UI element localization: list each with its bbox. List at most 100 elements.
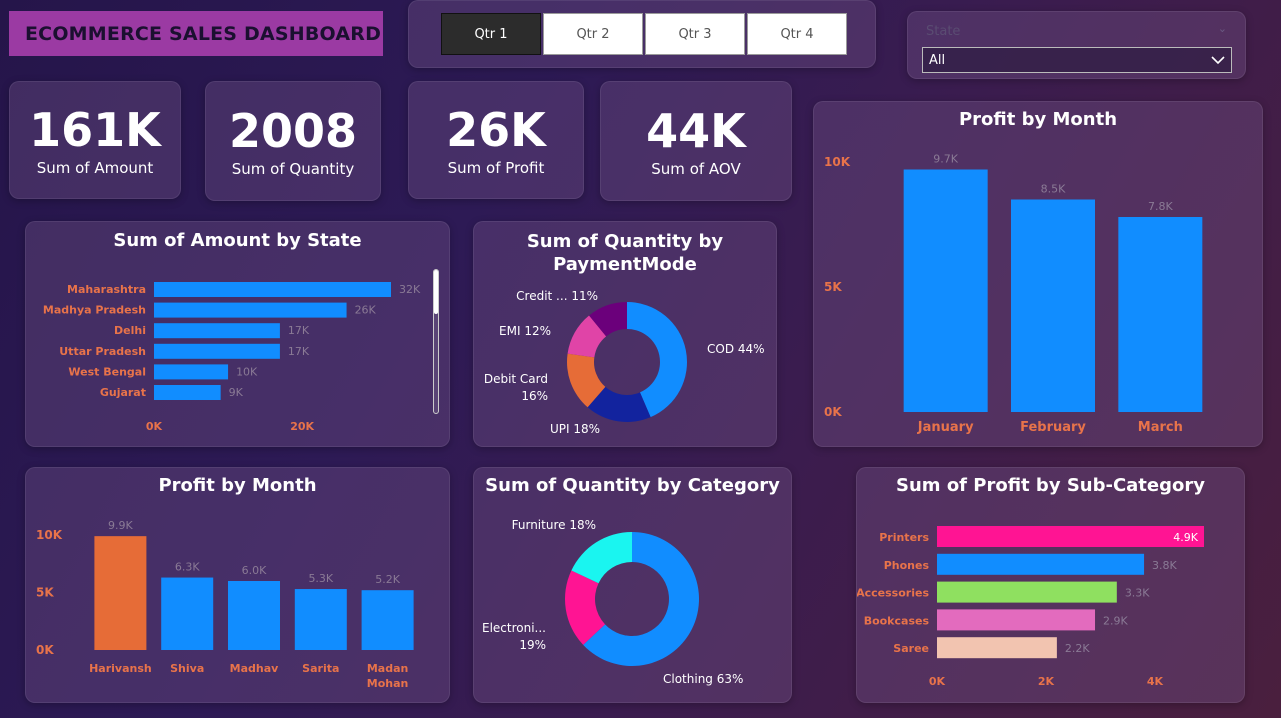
category-donut: Clothing 63% Electroni... 19% Furniture 18% — [482, 518, 743, 686]
slice-label: COD 44% — [707, 342, 765, 356]
slice-label: UPI 18% — [550, 422, 600, 436]
data-label: 32K — [399, 283, 421, 296]
category-label: Saree — [893, 642, 929, 655]
bar — [1011, 199, 1095, 412]
slice-label: Clothing 63% — [663, 672, 743, 686]
slice-label: Furniture 18% — [512, 518, 596, 532]
chevron-down-icon — [1211, 56, 1225, 65]
data-label: 3.8K — [1152, 559, 1177, 572]
kpi-value: 161K — [29, 103, 161, 157]
data-label: 5.3K — [308, 572, 333, 585]
category-label: February — [1020, 420, 1086, 435]
tick-label: 2K — [1038, 675, 1055, 688]
category-label: Mohan — [367, 677, 409, 690]
tick-label: 0K — [36, 643, 54, 657]
bar — [154, 302, 347, 318]
data-label: 17K — [288, 345, 310, 358]
slice-label: 19% — [519, 638, 546, 652]
data-label: 2.9K — [1103, 614, 1128, 627]
bar — [154, 385, 221, 400]
dashboard-title: ECOMMERCE SALES DASHBOARD — [9, 11, 383, 56]
category-label: Shiva — [170, 662, 204, 675]
scrollbar[interactable] — [433, 269, 439, 414]
bar — [154, 323, 280, 339]
profit-by-subcategory-plot: Printers 4.9K Phones 3.8K Accessories 3.3K Boo… — [857, 526, 1204, 688]
category-label: Bookcases — [864, 614, 930, 627]
bar — [154, 364, 229, 380]
data-label: 2.2K — [1065, 642, 1090, 655]
data-label: 10K — [236, 365, 258, 378]
data-label: 5.2K — [375, 573, 400, 586]
data-label: 9K — [229, 386, 244, 399]
kpi-label: Sum of Amount — [36, 159, 154, 177]
state-dropdown[interactable]: All — [922, 47, 1232, 73]
tick-label: 20K — [290, 420, 314, 433]
data-label: 9.9K — [108, 519, 133, 532]
data-label: 3.3K — [1125, 587, 1150, 600]
kpi-value: 44K — [646, 104, 746, 158]
bar — [1118, 217, 1203, 412]
state-dropdown-value: All — [929, 52, 946, 68]
kpi-card-quantity: 2008 Sum of Quantity — [205, 81, 381, 201]
data-label: 8.5K — [1041, 183, 1066, 196]
bar — [937, 637, 1057, 659]
bar — [154, 343, 280, 359]
bar — [903, 169, 988, 412]
kpi-card-aov: 44K Sum of AOV — [600, 81, 792, 201]
bar — [937, 581, 1117, 603]
kpi-value: 26K — [446, 103, 546, 157]
tick-label: 5K — [824, 280, 842, 294]
data-label: 6.0K — [242, 564, 267, 577]
bar — [937, 526, 1204, 547]
category-label: Maharashtra — [67, 283, 146, 296]
data-label: 4.9K — [1173, 531, 1198, 544]
category-label: Gujarat — [100, 386, 146, 399]
bar — [161, 577, 214, 650]
state-slicer: State ⌄ All — [907, 11, 1246, 79]
bar — [94, 536, 147, 650]
amount-by-state-plot: Maharashtra 32K Madhya Pradesh 26K Delhi 17K U… — [43, 282, 421, 433]
category-label: January — [917, 420, 974, 435]
profit-by-customer-plot: 0K 5K 10K 9.9K Harivansh 6.3K Shiva 6.0K Madhav 5… — [36, 519, 414, 690]
category-label: Accessories — [857, 587, 929, 600]
bar — [361, 590, 414, 650]
data-label: 9.7K — [933, 153, 958, 166]
kpi-label: Sum of Quantity — [231, 160, 355, 178]
state-label: State — [926, 24, 961, 39]
category-label: Uttar Pradesh — [59, 345, 146, 358]
kpi-value: 2008 — [228, 104, 358, 158]
data-label: 26K — [355, 304, 377, 317]
category-label: March — [1138, 420, 1183, 435]
chevron-down-icon[interactable]: ⌄ — [1218, 22, 1227, 35]
qtr3-button[interactable]: Qtr 3 — [645, 13, 745, 55]
profit-by-month-chart: Profit by Month 0K 5K 10K 9.7K January 8.5K Fe… — [813, 101, 1263, 447]
slice-label: 16% — [521, 389, 548, 403]
slice-label: Credit ... 11% — [516, 289, 598, 303]
bar — [294, 589, 347, 650]
profit-by-month-plot: 0K 5K 10K 9.7K January 8.5K February 7.8K March — [824, 153, 1203, 435]
kpi-card-profit: 26K Sum of Profit — [408, 81, 584, 199]
bar — [154, 282, 391, 297]
tick-label: 4K — [1147, 675, 1164, 688]
category-label: Harivansh — [89, 662, 152, 675]
amount-by-state-chart: Sum of Amount by State Maharashtra 32K Mad… — [25, 221, 450, 447]
profit-by-customer-chart: Profit by Month 0K 5K 10K 9.9K Harivansh 6.3K… — [25, 467, 450, 703]
qtr2-button[interactable]: Qtr 2 — [543, 13, 643, 55]
data-label: 6.3K — [175, 561, 200, 574]
kpi-card-amount: 161K Sum of Amount — [9, 81, 181, 199]
tick-label: 5K — [36, 586, 54, 600]
bar — [937, 609, 1096, 631]
bar — [228, 581, 280, 650]
category-label: Madhav — [230, 662, 279, 675]
qtr1-button[interactable]: Qtr 1 — [441, 13, 541, 55]
category-label: Madan — [367, 662, 409, 675]
bar — [937, 553, 1145, 575]
data-label: 7.8K — [1148, 200, 1173, 213]
qtr4-button[interactable]: Qtr 4 — [747, 13, 847, 55]
paymentmode-donut: COD 44% UPI 18% Debit Card 16% EMI 12% Credit… — [484, 289, 765, 436]
tick-label: 0K — [929, 675, 946, 688]
slice-label: Electroni... — [482, 621, 546, 635]
profit-by-subcategory-chart: Sum of Profit by Sub-Category Printers 4.… — [856, 467, 1245, 703]
tick-label: 10K — [36, 528, 63, 542]
slice-label: EMI 12% — [499, 324, 551, 338]
